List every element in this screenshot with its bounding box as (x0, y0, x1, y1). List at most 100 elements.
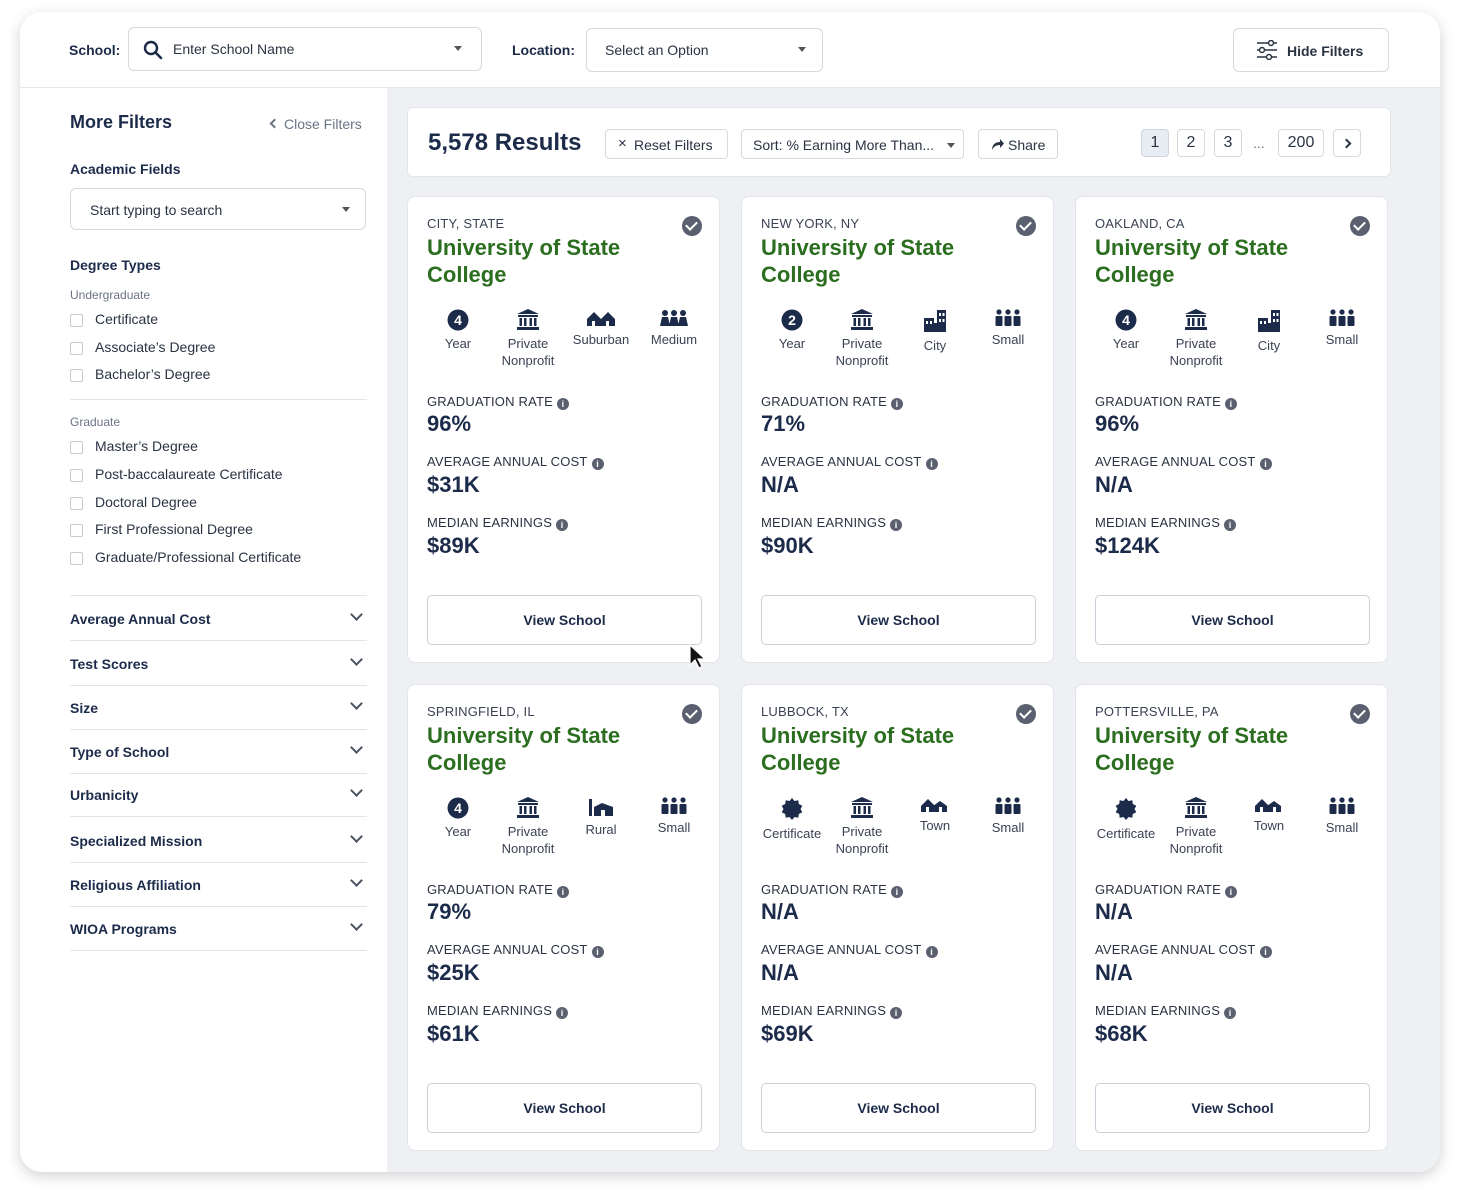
accordion-size[interactable]: Size (70, 686, 367, 730)
graduation-rate-label: GRADUATION RATE i (761, 882, 904, 898)
checkbox[interactable] (70, 524, 83, 537)
sort-select[interactable]: Sort: % Earning More Than... (741, 129, 964, 159)
city-icon (895, 309, 975, 333)
results-toolbar: 5,578 Results × Reset Filters Sort: % Ea… (407, 107, 1391, 177)
attribute-label: Small (1325, 332, 1359, 347)
checkbox[interactable] (70, 552, 83, 565)
accordion-average-annual-cost[interactable]: Average Annual Cost (70, 597, 367, 641)
average-annual-cost-value: N/A (761, 960, 799, 985)
school-name[interactable]: University of State College (427, 722, 677, 776)
median-earnings-label: MEDIAN EARNINGS i (427, 1003, 569, 1019)
degree-types-heading: Degree Types (70, 257, 161, 273)
accordion-label: Type of School (70, 744, 170, 760)
checkbox[interactable] (70, 441, 83, 454)
info-icon[interactable]: i (557, 886, 570, 898)
page-3-button[interactable]: 3 (1214, 129, 1242, 157)
info-icon[interactable]: i (591, 458, 604, 470)
view-school-button[interactable]: View School (427, 1083, 702, 1133)
close-icon: × (618, 135, 627, 152)
view-school-button[interactable]: View School (761, 595, 1036, 645)
checkbox-label: Associate’s Degree (95, 339, 216, 355)
info-icon[interactable]: i (925, 946, 938, 958)
school-card: OAKLAND, CA University of State College 4 Y… (1075, 196, 1388, 663)
city-icon (1229, 309, 1309, 333)
checkbox[interactable] (70, 497, 83, 510)
school-attribute: Private Nonprofit (1156, 797, 1236, 857)
reset-filters-button[interactable]: × Reset Filters (605, 129, 728, 159)
pagination-ellipsis: ... (1253, 135, 1265, 151)
info-icon[interactable]: i (1225, 398, 1238, 410)
graduation-rate-label: GRADUATION RATE i (427, 882, 570, 898)
checkmark-icon (682, 704, 702, 724)
accordion-religious-affiliation[interactable]: Religious Affiliation (70, 863, 367, 907)
accordion-type-of-school[interactable]: Type of School (70, 730, 367, 774)
accordion-specialized-mission[interactable]: Specialized Mission (70, 819, 367, 863)
school-attribute: Certificate (752, 797, 832, 842)
accordion-label: Urbanicity (70, 787, 139, 803)
attribute-label: Certificate (1096, 826, 1156, 841)
info-icon[interactable]: i (1225, 886, 1238, 898)
info-icon[interactable]: i (890, 1007, 903, 1019)
checkbox[interactable] (70, 314, 83, 327)
school-attribute: City (895, 309, 975, 354)
accordion-wioa-programs[interactable]: WIOA Programs (70, 907, 367, 951)
attribute-label: Private Nonprofit (835, 824, 889, 856)
school-search-input[interactable]: Enter School Name (128, 27, 482, 71)
school-attribute: Private Nonprofit (488, 309, 568, 369)
info-icon[interactable]: i (1259, 458, 1272, 470)
info-icon[interactable]: i (1224, 519, 1237, 531)
school-location: NEW YORK, NY (761, 216, 860, 231)
info-icon[interactable]: i (890, 519, 903, 531)
checkbox[interactable] (70, 469, 83, 482)
school-name[interactable]: University of State College (427, 234, 677, 288)
accordion-test-scores[interactable]: Test Scores (70, 642, 367, 686)
school-attribute: Private Nonprofit (822, 309, 902, 369)
school-name[interactable]: University of State College (1095, 234, 1345, 288)
page-2-button[interactable]: 2 (1177, 129, 1205, 157)
academic-fields-input[interactable]: Start typing to search (70, 188, 366, 230)
info-icon[interactable]: i (556, 519, 569, 531)
location-select[interactable]: Select an Option (586, 28, 823, 72)
next-page-button[interactable] (1333, 129, 1361, 157)
graduation-rate-value: 71% (761, 411, 806, 436)
view-school-button[interactable]: View School (427, 595, 702, 645)
hide-filters-button[interactable]: Hide Filters (1233, 28, 1389, 72)
share-button[interactable]: Share (978, 129, 1058, 159)
school-card: NEW YORK, NY University of State College 2… (741, 196, 1054, 663)
info-icon[interactable]: i (925, 458, 938, 470)
info-icon[interactable]: i (557, 398, 570, 410)
sort-label: Sort: % Earning More Than... (753, 137, 935, 153)
school-attribute: Private Nonprofit (488, 797, 568, 857)
chevron-down-icon (350, 741, 363, 754)
view-school-button[interactable]: View School (1095, 1083, 1370, 1133)
school-attribute: 2 Year (752, 309, 832, 352)
attribute-label: Town (919, 818, 951, 833)
attribute-label: Certificate (762, 826, 822, 841)
checkbox[interactable] (70, 342, 83, 355)
accordion-urbanicity[interactable]: Urbanicity (70, 773, 367, 817)
town-icon (895, 797, 975, 813)
page-200-button[interactable]: 200 (1278, 129, 1324, 157)
school-location: OAKLAND, CA (1095, 216, 1185, 231)
view-school-button[interactable]: View School (1095, 595, 1370, 645)
info-icon[interactable]: i (556, 1007, 569, 1019)
info-icon[interactable]: i (1224, 1007, 1237, 1019)
info-icon[interactable]: i (591, 946, 604, 958)
school-name[interactable]: University of State College (1095, 722, 1345, 776)
median-earnings-value: $89K (427, 533, 480, 558)
search-bar: School: Enter School Name Location: Sele… (20, 12, 1440, 88)
page-1-button[interactable]: 1 (1141, 129, 1169, 157)
checkbox-label: Doctoral Degree (95, 494, 197, 510)
checkbox[interactable] (70, 369, 83, 382)
chevron-down-icon (798, 47, 806, 52)
view-school-button[interactable]: View School (761, 1083, 1036, 1133)
info-icon[interactable]: i (1259, 946, 1272, 958)
average-annual-cost-value: $31K (427, 472, 480, 497)
school-name[interactable]: University of State College (761, 722, 1011, 776)
attribute-label: Medium (650, 332, 698, 347)
info-icon[interactable]: i (891, 886, 904, 898)
school-attribute: 4 Year (1086, 309, 1166, 352)
school-name[interactable]: University of State College (761, 234, 1011, 288)
info-icon[interactable]: i (891, 398, 904, 410)
sliders-icon (1257, 40, 1277, 60)
